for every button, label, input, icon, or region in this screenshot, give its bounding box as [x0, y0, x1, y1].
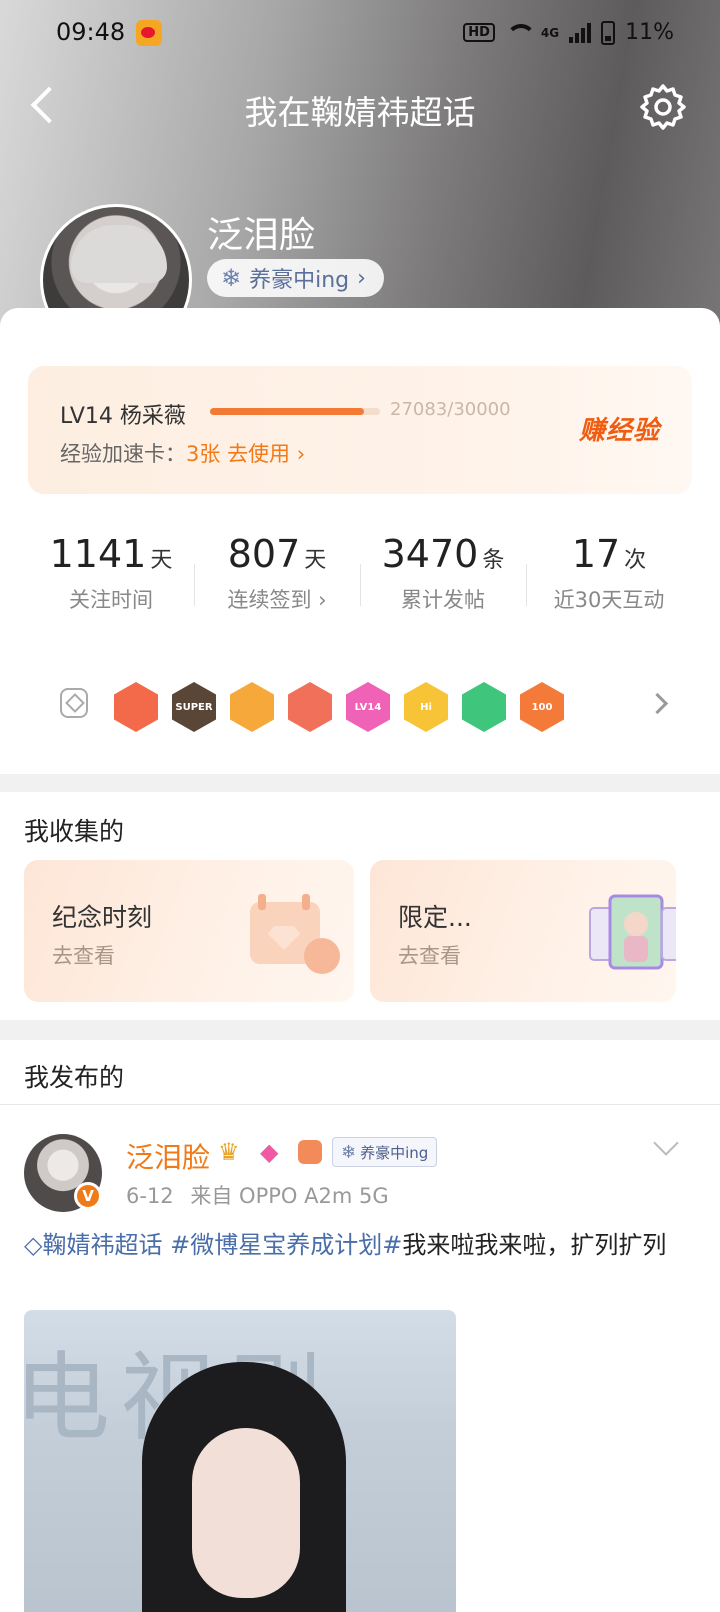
collect-card-sub: 去查看	[398, 944, 461, 968]
mascot-badge[interactable]	[288, 682, 332, 732]
calendar-gift-icon	[250, 894, 340, 974]
post-image-face	[192, 1428, 300, 1598]
post-image[interactable]: 电视剧	[24, 1310, 456, 1612]
snowflake-icon: ❄	[221, 264, 242, 292]
battery-icon	[601, 20, 616, 45]
diamond-topic-icon: ◇	[24, 1231, 43, 1259]
user-name: 泛泪脸	[207, 215, 316, 256]
mascot-icon	[298, 1140, 322, 1164]
post-hashtag-link[interactable]: #微博星宝养成计划#	[170, 1231, 402, 1259]
crown-icon: ♛	[218, 1138, 240, 1166]
collect-card-moments[interactable]: 纪念时刻 去查看	[24, 860, 354, 1002]
hd-badge: HD	[463, 23, 495, 42]
stat-unit: 次	[624, 548, 647, 573]
snowflake-icon: ❄	[341, 1141, 357, 1163]
exp-card-label: 经验加速卡：	[60, 442, 186, 466]
days-badge[interactable]: 100	[520, 682, 564, 732]
stat-value: 17	[571, 532, 621, 576]
chevron-right-icon: ›	[296, 442, 306, 466]
wifi-icon	[505, 23, 536, 42]
hand-badge[interactable]	[462, 682, 506, 732]
stat-label: 近30天互动	[553, 588, 665, 612]
page-title: 我在鞠婧祎超话	[244, 93, 476, 132]
crown-badge[interactable]	[230, 682, 274, 732]
collect-card-sub: 去查看	[52, 944, 115, 968]
weibo-notification-icon	[136, 20, 162, 46]
level-progress-fill	[210, 408, 364, 415]
status-indicators: HD 4G 11%	[463, 20, 674, 45]
badge-wall-icon[interactable]	[60, 688, 88, 718]
post-source: 来自 OPPO A2m 5G	[190, 1184, 389, 1208]
dragon-badge[interactable]	[114, 682, 158, 732]
collected-section: 我收集的 纪念时刻 去查看 限定... 去查看	[0, 792, 720, 1020]
stat-label: 累计发帖	[401, 588, 485, 612]
stat-posts: 3470 条 累计发帖	[360, 520, 526, 640]
post-date: 6-12	[126, 1184, 174, 1208]
chevron-right-icon[interactable]	[648, 692, 668, 712]
limited-cards-icon	[589, 894, 676, 970]
signal-label: 4G	[540, 25, 560, 40]
post-text: ◇鞠婧祎超话 #微博星宝养成计划#我来啦我来啦，扩列扩列	[24, 1228, 696, 1262]
exp-card-action[interactable]: 去使用	[227, 442, 290, 466]
post-status-tag: ❄ 养豪中ing	[332, 1137, 438, 1167]
gem-icon: ◆	[260, 1138, 279, 1166]
gear-icon	[640, 84, 686, 130]
settings-button[interactable]	[638, 82, 688, 132]
posted-title: 我发布的	[24, 1063, 125, 1092]
profile-card: LV14 杨采薇 27083/30000 经验加速卡：3张 去使用 › 赚经验 …	[0, 308, 720, 774]
post-meta: 6-12 来自 OPPO A2m 5G	[126, 1180, 389, 1210]
stat-value: 807	[227, 532, 301, 576]
level-exp: 27083/30000	[390, 399, 511, 420]
divider	[0, 1104, 720, 1105]
exp-card-row[interactable]: 经验加速卡：3张 去使用 ›	[60, 438, 305, 468]
collect-card-title: 限定...	[398, 903, 472, 932]
stat-unit: 天	[150, 548, 173, 573]
super-badge[interactable]: SUPER	[172, 682, 216, 732]
collect-card-title: 纪念时刻	[52, 903, 153, 932]
level-name: LV14 杨采薇	[60, 404, 186, 429]
status-chip[interactable]: ❄ 养豪中ing ›	[207, 259, 384, 297]
verified-badge: V	[74, 1182, 102, 1210]
earn-exp-button[interactable]: 赚经验	[579, 410, 660, 447]
post-author[interactable]: 泛泪脸	[126, 1136, 210, 1176]
post-status-tag-label: 养豪中ing	[360, 1143, 429, 1162]
chevron-right-icon: ›	[311, 588, 327, 612]
post-body: 我来啦我来啦，扩列扩列	[402, 1231, 667, 1259]
level-box[interactable]: LV14 杨采薇 27083/30000 经验加速卡：3张 去使用 › 赚经验	[28, 366, 692, 494]
status-chip-label: 养豪中ing	[249, 268, 350, 293]
hi-badge[interactable]: Hi	[404, 682, 448, 732]
badge-row[interactable]: SUPER LV14 Hi 100	[28, 660, 692, 754]
stat-follow-days: 1141 天 关注时间	[28, 520, 194, 640]
stat-label: 关注时间	[69, 588, 153, 612]
status-time: 09:48	[56, 18, 126, 46]
stat-value: 1141	[49, 532, 147, 576]
stat-label: 连续签到	[227, 588, 312, 612]
stat-unit: 天	[304, 548, 327, 573]
collect-card-limited[interactable]: 限定... 去查看	[370, 860, 676, 1002]
stats-row: 1141 天 关注时间 807 天 连续签到 › 3470 条 累计发帖 17 次 近3…	[28, 520, 692, 640]
exp-card-count: 3张	[186, 442, 221, 466]
status-bar: 09:48 HD 4G 11%	[0, 0, 720, 64]
lv14-badge[interactable]: LV14	[346, 682, 390, 732]
level-progress-bar	[210, 408, 380, 415]
chevron-right-icon: ›	[357, 265, 366, 291]
stat-checkin-days[interactable]: 807 天 连续签到 ›	[194, 520, 360, 640]
chevron-down-icon[interactable]	[652, 1140, 680, 1160]
stat-unit: 条	[482, 548, 505, 573]
signal-icon	[569, 22, 592, 43]
battery-level: 11%	[625, 20, 674, 45]
stat-interactions: 17 次 近30天互动	[526, 520, 692, 640]
stat-value: 3470	[381, 532, 479, 576]
collected-title: 我收集的	[24, 817, 125, 846]
post-topic-link[interactable]: 鞠婧祎超话	[42, 1231, 162, 1259]
